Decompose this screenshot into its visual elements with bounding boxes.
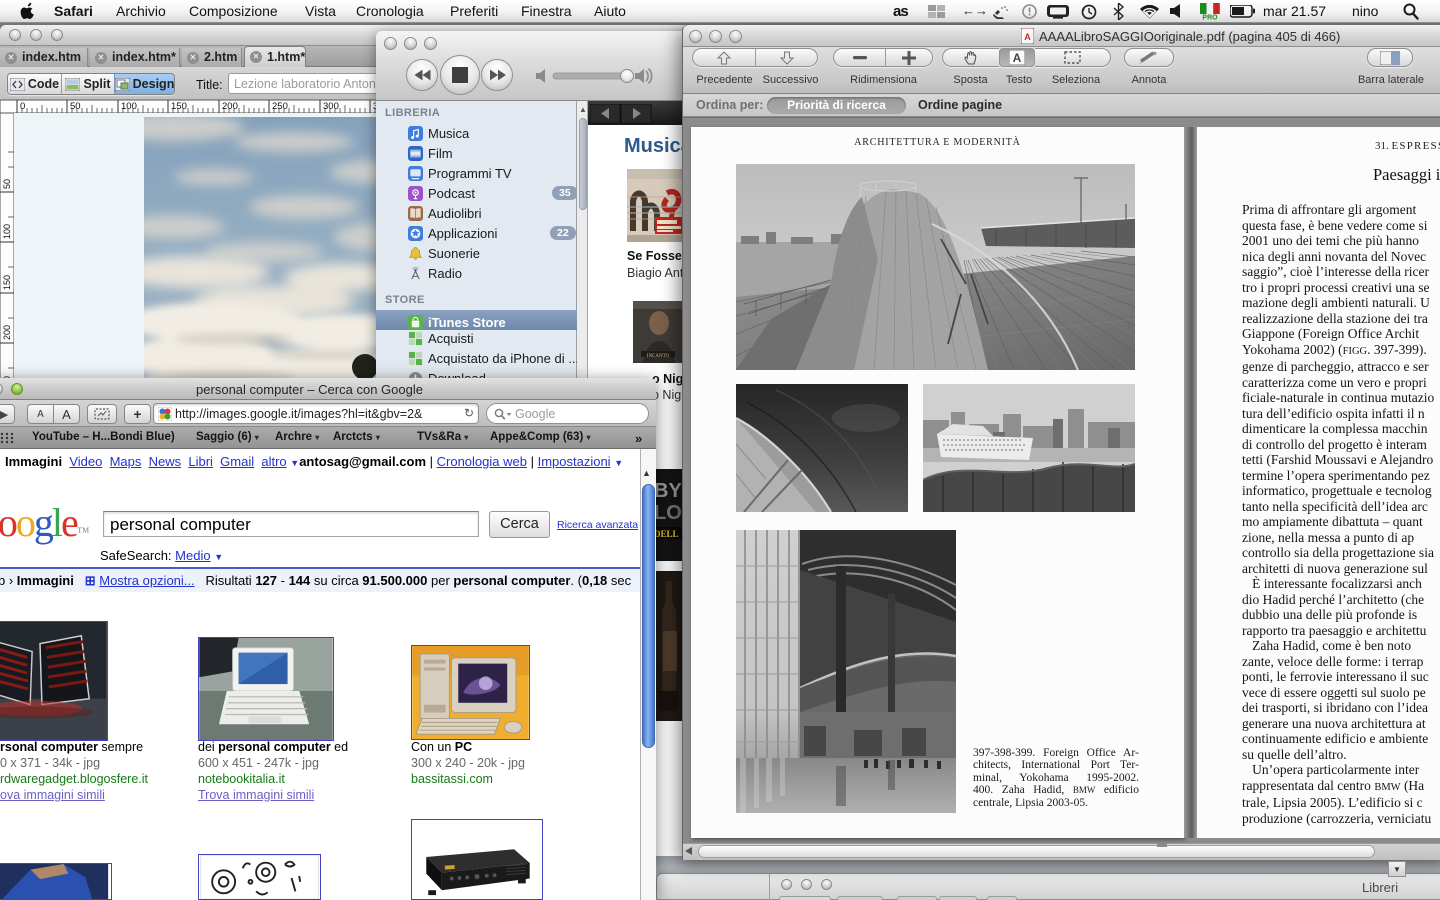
svg-text:PRO: PRO <box>1202 15 1218 21</box>
svg-text:50: 50 <box>2 179 12 189</box>
svg-text:250: 250 <box>272 101 288 112</box>
svg-text:200: 200 <box>2 325 12 340</box>
svg-text:A: A <box>1024 32 1031 42</box>
svg-text:200: 200 <box>222 101 238 112</box>
svg-text:300: 300 <box>323 101 339 112</box>
svg-text:0: 0 <box>20 101 25 112</box>
svg-text:DELL: DELL <box>654 529 679 539</box>
svg-text:100: 100 <box>2 224 12 239</box>
svg-text:100: 100 <box>121 101 137 112</box>
svg-text:50: 50 <box>70 101 81 112</box>
svg-text:LO: LO <box>654 502 682 524</box>
svg-text:A: A <box>1013 51 1022 65</box>
svg-text:150: 150 <box>171 101 187 112</box>
svg-text:INCANTO: INCANTO <box>647 354 670 359</box>
svg-text:150: 150 <box>2 275 12 290</box>
svg-text:BY: BY <box>654 480 682 502</box>
